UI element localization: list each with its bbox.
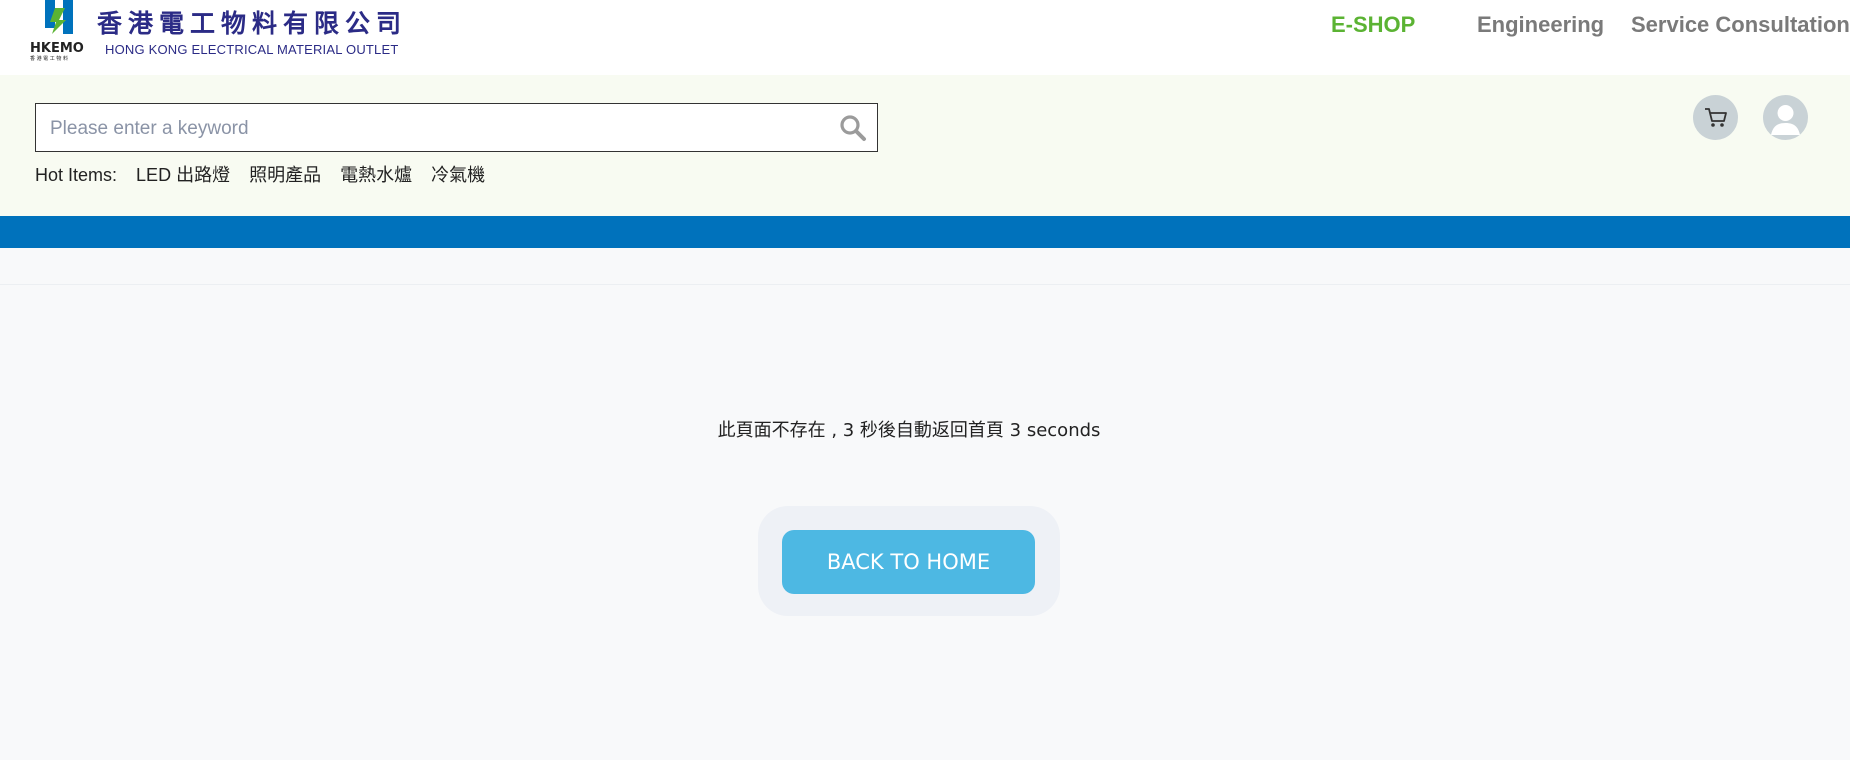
blue-menu-bar xyxy=(0,216,1850,248)
nav-eshop[interactable]: E-SHOP xyxy=(1331,12,1415,40)
svg-text:香 港 電 工 物 料: 香 港 電 工 物 料 xyxy=(30,55,68,62)
nav-engineering[interactable]: Engineering xyxy=(1477,12,1604,40)
not-found-message: 此頁面不存在 , 3 秒後自動返回首頁 3 seconds xyxy=(717,420,1101,441)
search-input[interactable] xyxy=(48,104,832,153)
hot-items-label: Hot Items: xyxy=(35,165,118,185)
hot-item-water-heater[interactable]: 電熱水爐 xyxy=(340,165,412,185)
user-avatar-icon xyxy=(1771,105,1800,135)
search-box xyxy=(35,103,878,153)
cart-button[interactable] xyxy=(1693,95,1738,140)
back-home-button-container: BACK TO HOME xyxy=(758,506,1060,616)
content-divider xyxy=(0,284,1850,285)
hkemo-logo-icon: HKEMO 香 港 電 工 物 料 xyxy=(30,0,84,62)
hot-item-air-conditioner[interactable]: 冷氣機 xyxy=(431,165,485,185)
hot-item-led[interactable]: LED 出路燈 xyxy=(136,165,230,185)
logo-company-name-en: HONG KONG ELECTRICAL MATERIAL OUTLET xyxy=(105,42,399,57)
nav-service-consultation[interactable]: Service Consultation xyxy=(1631,12,1850,40)
top-header: HKEMO 香 港 電 工 物 料 香港電工物料有限公司 HONG KONG E… xyxy=(0,0,1850,75)
search-icon[interactable] xyxy=(839,114,867,142)
hot-items: Hot Items: LED 出路燈 照明產品 電熱水爐 冷氣機 xyxy=(35,161,499,187)
hot-item-lighting[interactable]: 照明產品 xyxy=(249,165,321,185)
logo-company-name-zh: 香港電工物料有限公司 xyxy=(97,9,408,38)
site-logo[interactable]: HKEMO 香 港 電 工 物 料 香港電工物料有限公司 HONG KONG E… xyxy=(30,0,401,64)
back-to-home-button[interactable]: BACK TO HOME xyxy=(782,530,1035,594)
search-band: Hot Items: LED 出路燈 照明產品 電熱水爐 冷氣機 xyxy=(0,75,1850,216)
cart-icon xyxy=(1705,108,1727,127)
user-account-button[interactable] xyxy=(1763,95,1808,140)
logo-brand: HKEMO xyxy=(30,41,84,56)
